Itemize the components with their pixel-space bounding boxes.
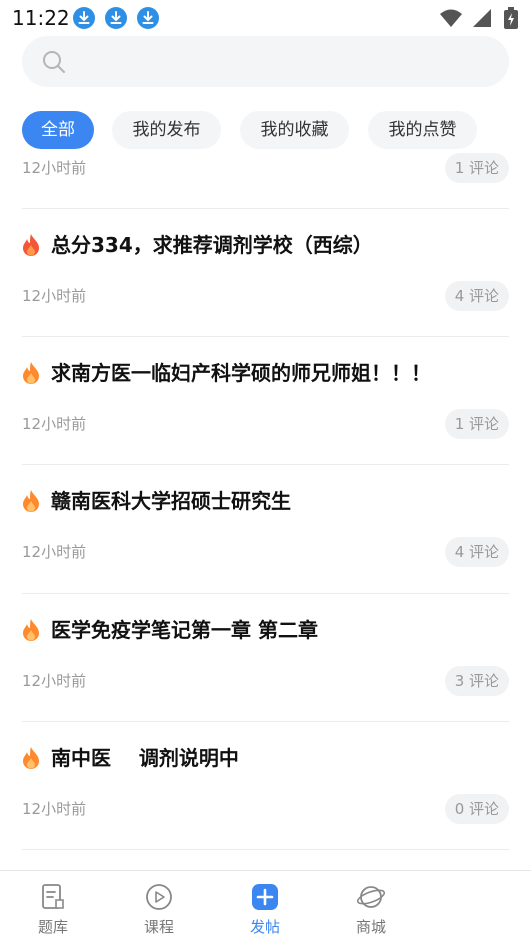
play-course-icon xyxy=(146,884,172,910)
nav-label: 课程 xyxy=(143,918,174,936)
hot-flame-icon xyxy=(23,234,39,256)
divider xyxy=(22,464,509,465)
post-meta: 12小时前 1 评论 xyxy=(22,409,509,439)
nav-label: 题库 xyxy=(37,918,68,936)
comment-count-badge[interactable]: 1 评论 xyxy=(444,153,509,183)
divider xyxy=(22,336,509,337)
nav-label: 发帖 xyxy=(249,918,280,936)
post-meta: 12小时前 4 评论 xyxy=(22,281,509,311)
list-item[interactable]: 南中医 调剂说明中 xyxy=(20,743,510,773)
post-time: 12小时前 xyxy=(22,672,87,690)
comment-count-badge[interactable]: 1 评论 xyxy=(444,409,509,439)
divider xyxy=(22,849,509,850)
hot-flame-icon xyxy=(23,619,39,641)
status-time: 11:22 xyxy=(12,6,70,30)
signal-icon xyxy=(473,9,491,27)
download-notification-icon xyxy=(105,7,127,29)
list-item[interactable]: 赣南医科大学招硕士研究生 xyxy=(20,486,510,516)
battery-charging-icon xyxy=(504,7,518,29)
nav-item-post[interactable]: 发帖 xyxy=(212,871,318,944)
divider xyxy=(22,721,509,722)
post-meta: 12小时前 0 评论 xyxy=(22,794,509,824)
list-item[interactable]: 医学免疫学笔记第一章 第二章 xyxy=(20,615,510,645)
tab-my-posts[interactable]: 我的发布 xyxy=(112,111,221,149)
comment-count-badge[interactable]: 3 评论 xyxy=(444,666,509,696)
post-plus-icon xyxy=(252,884,278,910)
planet-mall-icon xyxy=(356,886,386,908)
question-bank-icon xyxy=(42,884,64,909)
download-notification-icon xyxy=(137,7,159,29)
post-meta: 12小时前 4 评论 xyxy=(22,537,509,567)
tab-my-likes[interactable]: 我的点赞 xyxy=(368,111,477,149)
post-time: 12小时前 xyxy=(22,800,87,818)
tab-all[interactable]: 全部 xyxy=(22,111,94,149)
post-time: 12小时前 xyxy=(22,159,87,177)
post-title: 南中医 调剂说明中 xyxy=(51,746,239,770)
wifi-icon xyxy=(440,9,462,27)
nav-item-question-bank[interactable]: 题库 xyxy=(0,871,106,944)
search-input[interactable] xyxy=(22,36,509,87)
comment-count-badge[interactable]: 4 评论 xyxy=(444,281,509,311)
filter-tabs: 全部 我的发布 我的收藏 我的点赞 xyxy=(0,111,531,149)
hot-flame-icon xyxy=(23,362,39,384)
post-time: 12小时前 xyxy=(22,415,87,433)
post-title: 医学免疫学笔记第一章 第二章 xyxy=(51,618,318,642)
nav-label: 商城 xyxy=(355,918,386,936)
post-meta: 12小时前 1 评论 xyxy=(22,153,509,183)
post-time: 12小时前 xyxy=(22,287,87,305)
comment-count-badge[interactable]: 4 评论 xyxy=(444,537,509,567)
tab-my-favorites[interactable]: 我的收藏 xyxy=(240,111,349,149)
comment-count-badge[interactable]: 0 评论 xyxy=(444,794,509,824)
hot-flame-icon xyxy=(23,747,39,769)
list-item[interactable]: 求南方医一临妇产科学硕的师兄师姐！！！ xyxy=(20,358,510,388)
post-title: 求南方医一临妇产科学硕的师兄师姐！！！ xyxy=(51,361,431,385)
post-meta: 12小时前 3 评论 xyxy=(22,666,509,696)
divider xyxy=(22,208,509,209)
bottom-navigation: 题库 课程 发帖 商城 xyxy=(0,870,531,944)
status-bar: 11:22 xyxy=(0,0,531,36)
list-item[interactable]: 总分334，求推荐调剂学校（西综） xyxy=(20,230,510,260)
divider xyxy=(22,593,509,594)
nav-item-mall[interactable]: 商城 xyxy=(318,871,424,944)
download-notification-icon xyxy=(73,7,95,29)
search-icon xyxy=(43,51,65,73)
post-time: 12小时前 xyxy=(22,543,87,561)
nav-item-courses[interactable]: 课程 xyxy=(106,871,212,944)
post-title: 赣南医科大学招硕士研究生 xyxy=(51,489,291,513)
post-title: 总分334，求推荐调剂学校（西综） xyxy=(51,233,373,257)
hot-flame-icon xyxy=(23,490,39,512)
